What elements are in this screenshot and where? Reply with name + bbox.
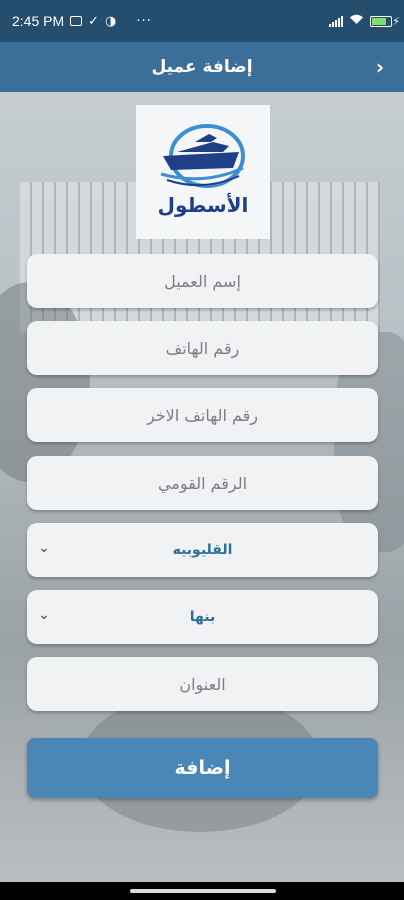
page-title: إضافة عميل — [151, 57, 253, 77]
customer-name-placeholder: إسم العميل — [164, 271, 241, 291]
phone-input[interactable]: رقم الهاتف — [27, 321, 378, 375]
governorate-select[interactable]: ⌄ القليوبيه — [27, 523, 378, 577]
national-id-input[interactable]: الرقم القومي — [27, 456, 378, 510]
check-icon: ✓ — [88, 13, 100, 29]
battery-icon: ⚡ — [370, 15, 400, 28]
ship-logo-icon: الأسطول — [158, 124, 249, 217]
status-time: 2:45 PM — [12, 13, 65, 29]
phone-placeholder: رقم الهاتف — [165, 338, 240, 358]
city-select[interactable]: ⌄ بنها — [27, 590, 378, 644]
customer-name-input[interactable]: إسم العميل — [27, 254, 378, 308]
company-logo: الأسطول — [136, 105, 270, 239]
logo-text: الأسطول — [158, 192, 249, 217]
home-gesture-bar[interactable] — [130, 889, 276, 893]
charging-icon: ⚡ — [392, 14, 400, 28]
governorate-value: القليوبيه — [172, 542, 233, 558]
add-button[interactable]: إضافة — [27, 738, 378, 798]
back-button[interactable]: › — [366, 53, 394, 81]
other-phone-input[interactable]: رقم الهاتف الاخر — [27, 388, 378, 442]
more-dots: ··· — [136, 13, 152, 29]
status-bar: 2:45 PM ✓ ◑ ··· ⚡ — [0, 0, 404, 42]
wifi-icon — [349, 13, 364, 29]
data-saver-icon: ◑ — [105, 13, 117, 29]
app-bar: إضافة عميل › — [0, 42, 404, 92]
chevron-down-icon: ⌄ — [38, 607, 50, 623]
chevron-right-icon: › — [375, 55, 385, 79]
address-placeholder: العنوان — [179, 674, 226, 694]
chevron-down-icon: ⌄ — [38, 540, 50, 556]
city-value: بنها — [189, 609, 216, 625]
national-id-placeholder: الرقم القومي — [157, 473, 248, 493]
navigation-bar — [0, 882, 404, 900]
signal-icon — [329, 15, 343, 27]
other-phone-placeholder: رقم الهاتف الاخر — [146, 405, 259, 425]
add-button-label: إضافة — [174, 757, 231, 779]
address-input[interactable]: العنوان — [27, 657, 378, 711]
screen-icon — [70, 16, 83, 26]
